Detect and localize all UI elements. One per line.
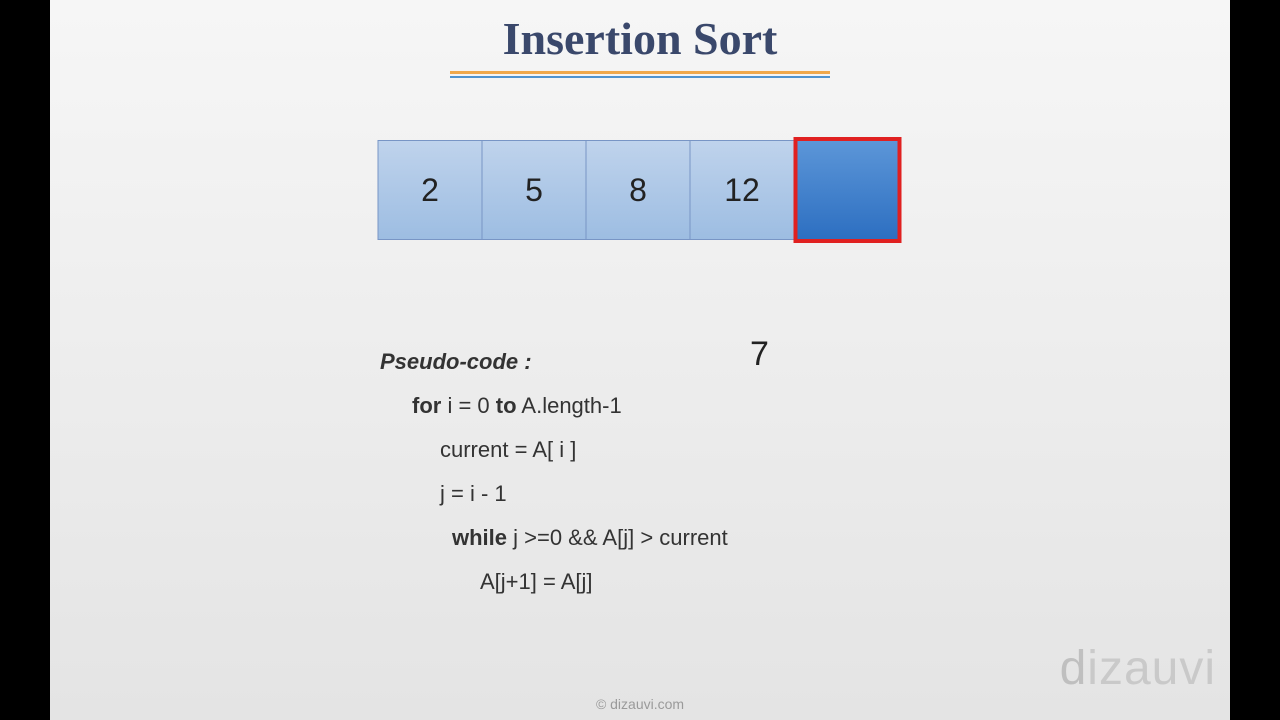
array-visualization: 2 5 8 12 xyxy=(379,140,902,243)
left-black-bar xyxy=(0,0,50,720)
array-cell: 5 xyxy=(482,140,587,240)
pseudocode-line: A[j+1] = A[j] xyxy=(380,560,728,604)
current-value: 7 xyxy=(750,335,769,374)
pseudocode-line: j = i - 1 xyxy=(380,472,728,516)
title-underline xyxy=(450,71,830,78)
watermark-text: izauvi xyxy=(1087,642,1216,695)
array-cell: 12 xyxy=(690,140,795,240)
copyright-text: © dizauvi.com xyxy=(596,696,684,712)
pseudocode-line: for i = 0 to A.length-1 xyxy=(380,384,728,428)
pseudocode-label: Pseudo-code : xyxy=(380,340,728,384)
pseudocode-block: Pseudo-code : for i = 0 to A.length-1 cu… xyxy=(380,340,728,604)
array-cell: 2 xyxy=(378,140,483,240)
watermark-logo: dizauvi xyxy=(1060,641,1216,696)
right-black-bar xyxy=(1230,0,1280,720)
page-title: Insertion Sort xyxy=(50,0,1230,65)
pseudocode-line: current = A[ i ] xyxy=(380,428,728,472)
pseudocode-line: while j >=0 && A[j] > current xyxy=(380,516,728,560)
array-cell-highlight xyxy=(794,137,902,243)
slide-area: Insertion Sort 2 5 8 12 7 Pseudo-code : … xyxy=(50,0,1230,720)
array-cell: 8 xyxy=(586,140,691,240)
